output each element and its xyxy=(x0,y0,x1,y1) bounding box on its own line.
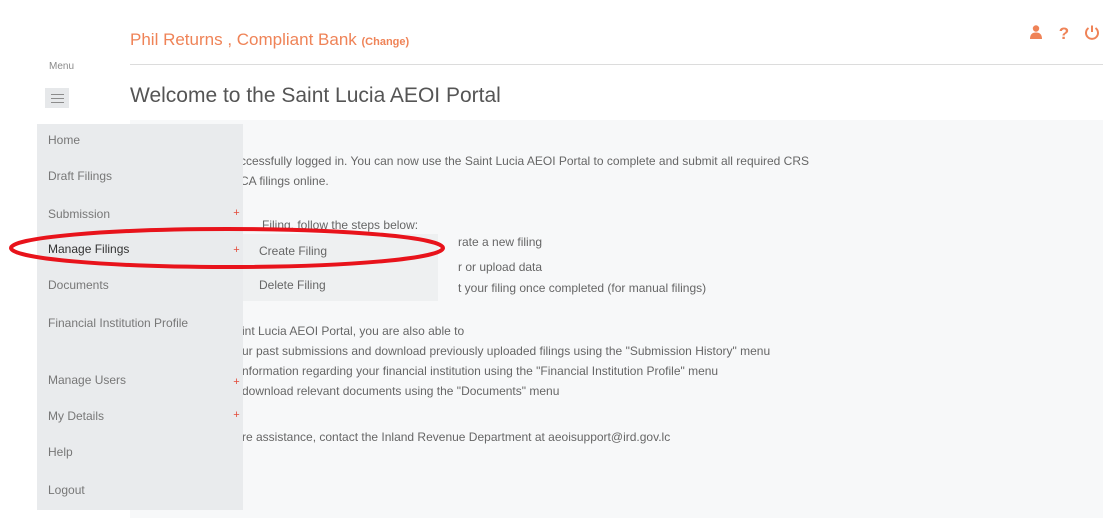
aeoi-portal-page: Phil Returns , Compliant Bank (Change) ?… xyxy=(0,0,1103,518)
header-divider xyxy=(130,64,1103,65)
sidebar-item-manage-users[interactable]: Manage Users xyxy=(48,370,126,390)
my-details-expand-icon[interactable]: + xyxy=(233,410,240,421)
sidebar-item-financial-institution-profile[interactable]: Financial Institution Profile xyxy=(48,313,198,333)
manage-filings-expand-icon[interactable]: + xyxy=(233,245,240,256)
step-3: t your filing once completed (for manual… xyxy=(458,281,707,295)
header-title: Phil Returns , Compliant Bank (Change) xyxy=(130,30,409,50)
manage-users-expand-icon[interactable]: + xyxy=(233,377,240,388)
institution-name: Phil Returns , Compliant Bank xyxy=(130,30,357,49)
step-2: r or upload data xyxy=(458,260,543,274)
sidebar-item-my-details[interactable]: My Details xyxy=(48,406,104,426)
steps-heading: Filing, follow the steps below: xyxy=(262,218,419,232)
content-panel: ccessfully logged in. You can now use th… xyxy=(130,120,1103,518)
menu-label: Menu xyxy=(49,61,75,72)
intro-line-2: CA filings online. xyxy=(240,174,329,188)
sidebar-item-home[interactable]: Home xyxy=(48,130,80,150)
create-filing-link[interactable]: Create Filing xyxy=(259,244,327,258)
submission-expand-icon[interactable]: + xyxy=(233,208,240,219)
feature-1: ur past submissions and download previou… xyxy=(242,344,771,358)
delete-filing-link[interactable]: Delete Filing xyxy=(259,278,326,292)
user-icon[interactable] xyxy=(1028,24,1044,45)
sidebar-menu: Home Draft Filings Submission Manage Fil… xyxy=(37,124,243,510)
assistance-line: re assistance, contact the Inland Revenu… xyxy=(242,430,671,444)
feature-3: download relevant documents using the "D… xyxy=(242,384,560,398)
step-1: rate a new filing xyxy=(458,235,543,249)
sidebar-item-draft-filings[interactable]: Draft Filings xyxy=(48,166,112,186)
power-icon[interactable] xyxy=(1084,24,1100,45)
sidebar-item-logout[interactable]: Logout xyxy=(48,480,85,500)
intro-line-1: ccessfully logged in. You can now use th… xyxy=(240,154,809,168)
header-icons: ? xyxy=(1028,24,1100,45)
sidebar-item-submission[interactable]: Submission xyxy=(48,204,110,224)
help-icon[interactable]: ? xyxy=(1056,24,1072,45)
sidebar-item-help[interactable]: Help xyxy=(48,442,73,462)
sidebar-item-manage-filings[interactable]: Manage Filings xyxy=(48,239,129,259)
sidebar-item-documents[interactable]: Documents xyxy=(48,275,109,295)
page-title: Welcome to the Saint Lucia AEOI Portal xyxy=(130,84,501,107)
change-link[interactable]: (Change) xyxy=(362,36,410,48)
manage-filings-submenu: Create Filing Delete Filing xyxy=(243,234,438,301)
hamburger-menu-button[interactable] xyxy=(45,88,69,108)
features-heading: int Lucia AEOI Portal, you are also able… xyxy=(242,324,465,338)
feature-2: nformation regarding your financial inst… xyxy=(242,364,719,378)
